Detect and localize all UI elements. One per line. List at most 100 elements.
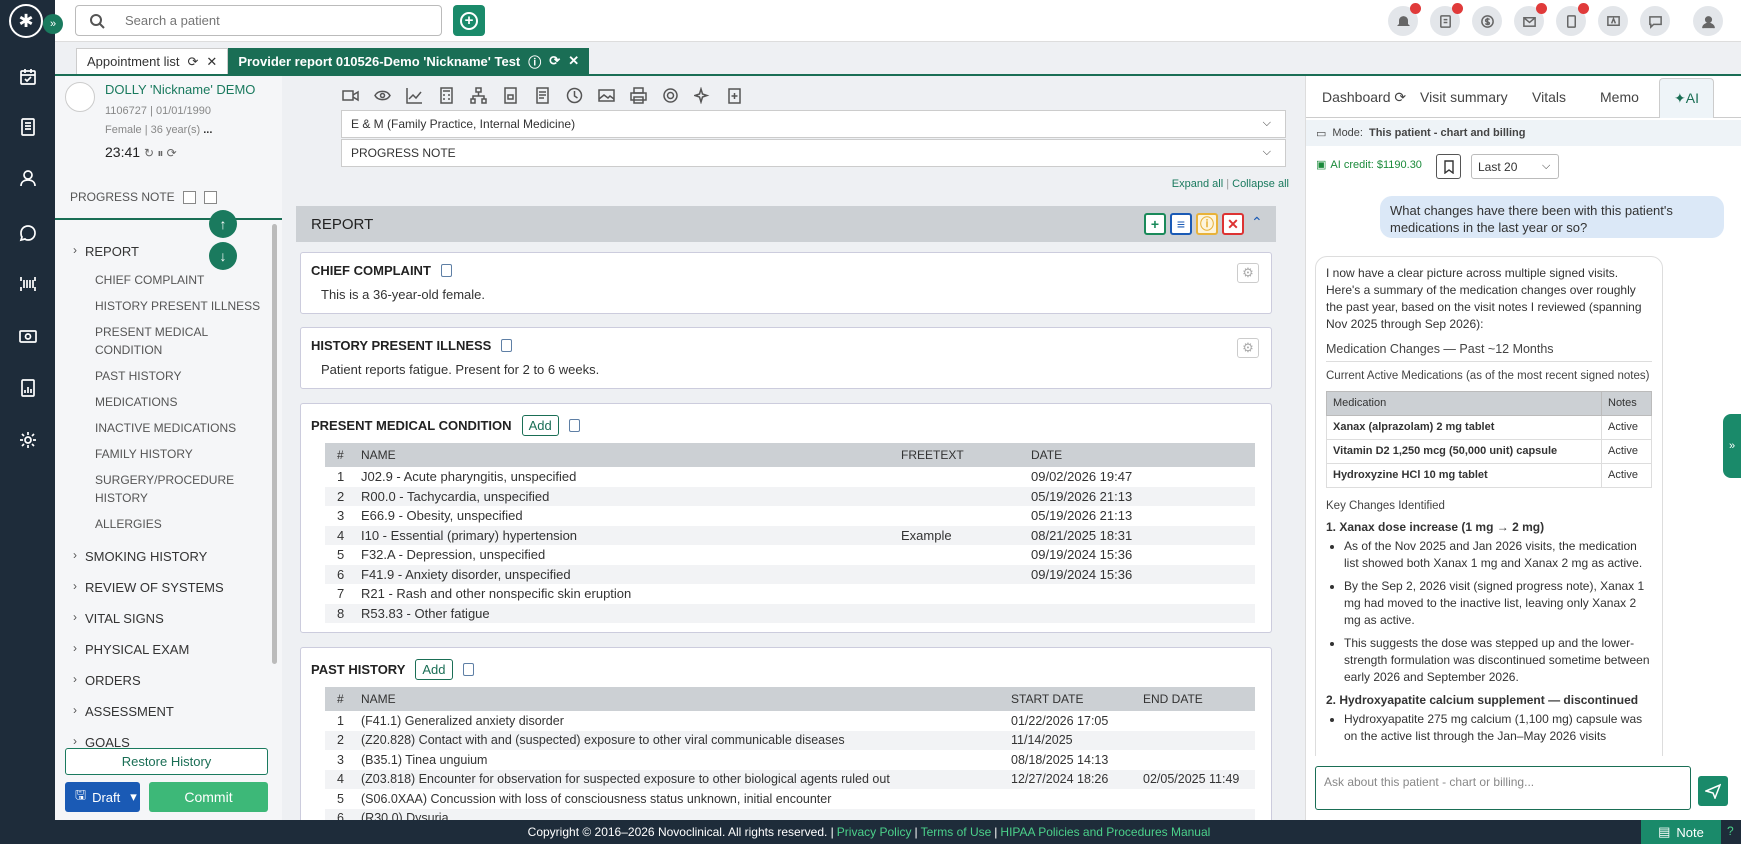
- chief-complaint-text[interactable]: This is a 36-year-old female.: [321, 287, 485, 302]
- table-row[interactable]: 6 F41.9 - Anxiety disorder, unspecified 09…: [325, 564, 1255, 584]
- money-icon[interactable]: [14, 322, 42, 350]
- table-row[interactable]: 5 F32.A - Depression, unspecified 09/19/20…: [325, 545, 1255, 565]
- document-icon[interactable]: [14, 113, 42, 141]
- table-row[interactable]: 8 R53.83 - Other fatigue: [325, 603, 1255, 623]
- draft-button[interactable]: 🖫 Draft ▾: [65, 782, 140, 812]
- clipboard-add-icon[interactable]: [724, 85, 745, 106]
- mail-button[interactable]: [1514, 3, 1547, 36]
- billing-button[interactable]: [1472, 6, 1502, 36]
- table-row[interactable]: 2 R00.0 - Tachycardia, unspecified 05/19/2…: [325, 486, 1255, 506]
- warning-button[interactable]: ⓘ: [1196, 213, 1218, 235]
- delete-button[interactable]: ✕: [1222, 213, 1244, 235]
- nav-section[interactable]: SMOKING HISTORY: [70, 540, 270, 572]
- table-row[interactable]: Xanax (alprazolam) 2 mg tablet Active: [1326, 415, 1652, 440]
- settings-icon[interactable]: [14, 426, 42, 454]
- gear-icon[interactable]: ⚙: [1237, 263, 1259, 283]
- clipboard-button[interactable]: [1430, 3, 1463, 36]
- table-row[interactable]: 7 R21 - Rash and other nonspecific skin e…: [325, 584, 1255, 604]
- lock-document-icon[interactable]: [500, 85, 521, 106]
- scrollbar[interactable]: [272, 224, 277, 664]
- print-icon[interactable]: [628, 85, 649, 106]
- commit-button[interactable]: Commit: [149, 782, 268, 812]
- bookmark-button[interactable]: [1436, 154, 1461, 179]
- table-row[interactable]: Vitamin D2 1,250 mcg (50,000 unit) capsu…: [1326, 439, 1652, 464]
- image-icon[interactable]: [596, 85, 617, 106]
- table-row[interactable]: 1 J02.9 - Acute pharyngitis, unspecified 0…: [325, 467, 1255, 487]
- nav-report-item[interactable]: MEDICATIONS: [70, 393, 270, 411]
- badge-icon[interactable]: [501, 339, 513, 352]
- nav-section[interactable]: ORDERS: [70, 664, 270, 696]
- nav-report-item[interactable]: FAMILY HISTORY: [70, 445, 270, 463]
- list-button[interactable]: ≡: [1170, 213, 1192, 235]
- add-patient-button[interactable]: +: [453, 5, 485, 36]
- expand-nav-button[interactable]: »: [43, 14, 63, 34]
- table-row[interactable]: 3 E66.9 - Obesity, unspecified 05/19/2026 …: [325, 506, 1255, 526]
- note-button[interactable]: ▤ Note: [1641, 820, 1721, 844]
- calculator-icon[interactable]: [436, 85, 457, 106]
- expand-all-link[interactable]: Expand all: [1172, 178, 1223, 190]
- refresh-icon[interactable]: ⟳: [188, 54, 199, 70]
- checkbox[interactable]: [182, 190, 196, 204]
- template-select[interactable]: E & M (Family Practice, Internal Medicin…: [341, 110, 1286, 138]
- timer-controls-icon[interactable]: ↻ ⏸ ⟳: [144, 146, 177, 160]
- nav-report-item[interactable]: CHIEF COMPLAINT: [70, 271, 270, 289]
- report-chart-icon[interactable]: [14, 374, 42, 402]
- notifications-button[interactable]: [1388, 3, 1421, 36]
- close-icon[interactable]: ✕: [568, 53, 579, 69]
- help-icon[interactable]: ?: [1727, 824, 1734, 838]
- nav-report-item[interactable]: HISTORY PRESENT ILLNESS: [70, 297, 270, 315]
- notes-icon[interactable]: [532, 85, 553, 106]
- table-row[interactable]: 1 (F41.1) Generalized anxiety disorder 01/…: [325, 711, 1255, 731]
- ai-chat-input[interactable]: Ask about this patient - chart or billin…: [1315, 766, 1691, 810]
- refresh-icon[interactable]: ⟳: [549, 53, 560, 69]
- close-icon[interactable]: ✕: [206, 54, 217, 70]
- barcode-icon[interactable]: [14, 270, 42, 298]
- table-row[interactable]: 3 (B35.1) Tinea unguium 08/18/2025 14:13: [325, 750, 1255, 770]
- messages-button[interactable]: [1640, 6, 1670, 36]
- sparkle-icon[interactable]: [692, 85, 713, 106]
- restore-history-button[interactable]: Restore History: [65, 748, 268, 775]
- checkbox[interactable]: [203, 190, 217, 204]
- trend-chart-icon[interactable]: [404, 85, 425, 106]
- collapse-icon[interactable]: ⌃: [1251, 214, 1263, 231]
- nav-report[interactable]: REPORT: [70, 235, 270, 267]
- app-logo[interactable]: ✱: [9, 4, 43, 38]
- profile-button[interactable]: [1693, 6, 1723, 36]
- table-row[interactable]: 4 (Z03.818) Encounter for observation for…: [325, 769, 1255, 789]
- table-row[interactable]: 4 I10 - Essential (primary) hypertension E…: [325, 525, 1255, 545]
- scroll-up-button[interactable]: ↑: [209, 210, 237, 238]
- tab-provider-report[interactable]: Provider report 010526-Demo 'Nickname' T…: [228, 48, 590, 74]
- table-row[interactable]: Hydroxyzine HCl 10 mg tablet Active: [1326, 463, 1652, 488]
- more-button[interactable]: ...: [203, 124, 212, 136]
- eye-icon[interactable]: [372, 85, 393, 106]
- note-type-select[interactable]: PROGRESS NOTE ⌵: [341, 139, 1286, 167]
- add-section-button[interactable]: +: [1144, 213, 1166, 235]
- gear-icon[interactable]: ⚙: [1237, 338, 1259, 358]
- nav-section[interactable]: REVIEW OF SYSTEMS: [70, 571, 270, 603]
- video-icon[interactable]: [340, 85, 361, 106]
- tab-appointment-list[interactable]: Appointment list ⟳ ✕: [76, 48, 229, 74]
- nav-report-item[interactable]: PAST HISTORY: [70, 367, 270, 385]
- nav-section[interactable]: VITAL SIGNS: [70, 602, 270, 634]
- nav-section[interactable]: ASSESSMENT: [70, 695, 270, 727]
- calendar-icon[interactable]: [14, 63, 42, 91]
- user-icon[interactable]: [14, 164, 42, 192]
- privacy-policy-link[interactable]: Privacy Policy: [837, 825, 912, 839]
- hierarchy-icon[interactable]: [468, 85, 489, 106]
- chevron-down-icon[interactable]: ▾: [130, 789, 137, 805]
- hipaa-link[interactable]: HIPAA Policies and Procedures Manual: [1000, 825, 1210, 839]
- patient-search[interactable]: [75, 5, 442, 36]
- nav-report-item[interactable]: INACTIVE MEDICATIONS: [70, 419, 270, 437]
- ai-screen-button[interactable]: [1598, 6, 1628, 36]
- scroll-down-button[interactable]: ↓: [209, 242, 237, 270]
- tab-vitals[interactable]: Vitals: [1532, 89, 1566, 105]
- history-range-select[interactable]: Last 20 ⌵: [1471, 154, 1559, 179]
- table-row[interactable]: 6 (R30.0) Dysuria: [325, 808, 1255, 820]
- badge-icon[interactable]: [440, 264, 452, 277]
- collapse-all-link[interactable]: Collapse all: [1232, 178, 1289, 190]
- gear-icon[interactable]: [660, 85, 681, 106]
- patient-name[interactable]: DOLLY 'Nickname' DEMO: [105, 82, 255, 97]
- nav-report-item[interactable]: SURGERY/PROCEDURE HISTORY: [70, 471, 270, 507]
- table-row[interactable]: 2 (Z20.828) Contact with and (suspected) …: [325, 730, 1255, 750]
- tab-dashboard[interactable]: Dashboard ⟳: [1322, 89, 1406, 106]
